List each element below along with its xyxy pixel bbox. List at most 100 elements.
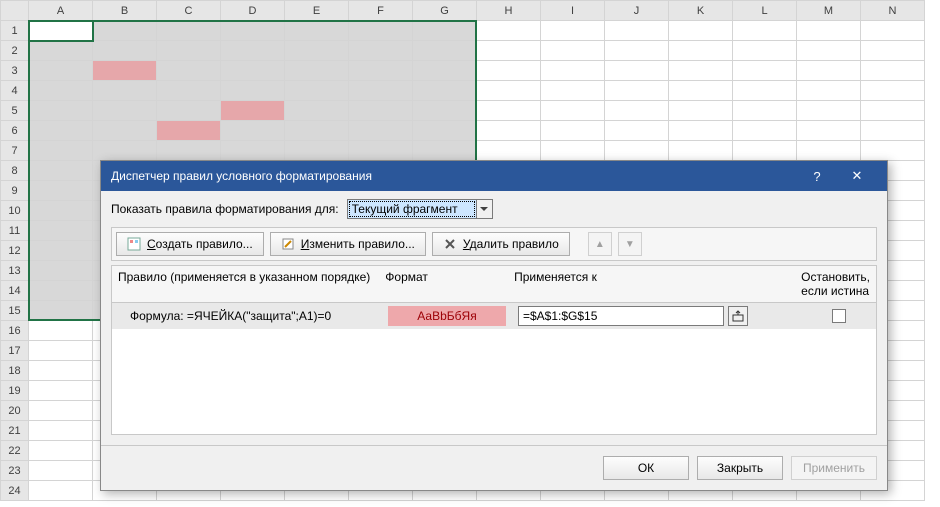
row-1[interactable]: 1 [1,21,29,41]
help-button[interactable]: ? [797,161,837,191]
cell[interactable] [349,121,413,141]
cell[interactable] [349,141,413,161]
col-A[interactable]: A [29,1,93,21]
edit-rule-button[interactable]: Изменить правило... [270,232,426,256]
close-footer-button[interactable]: Закрыть [697,456,783,480]
delete-rule-button[interactable]: Удалить правило [432,232,570,256]
titlebar[interactable]: Диспетчер правил условного форматировани… [101,161,887,191]
cell[interactable] [861,141,925,161]
new-rule-button[interactable]: Создать правило... [116,232,264,256]
row-15[interactable]: 15 [1,301,29,321]
cell[interactable] [733,41,797,61]
cell[interactable] [349,41,413,61]
col-M[interactable]: M [797,1,861,21]
cell[interactable] [413,21,477,41]
cell[interactable] [29,21,93,41]
scope-dropdown-button[interactable] [476,200,492,218]
col-F[interactable]: F [349,1,413,21]
col-K[interactable]: K [669,1,733,21]
cell[interactable] [861,121,925,141]
cell[interactable] [157,41,221,61]
row-24[interactable]: 24 [1,481,29,501]
cell[interactable] [605,61,669,81]
cell[interactable] [93,41,157,61]
cell[interactable] [285,141,349,161]
cell[interactable] [797,101,861,121]
cell[interactable] [29,461,93,481]
cell[interactable] [221,101,285,121]
cell[interactable] [861,81,925,101]
col-L[interactable]: L [733,1,797,21]
cell[interactable] [541,61,605,81]
cell[interactable] [29,121,93,141]
cell[interactable] [221,21,285,41]
cell[interactable] [477,41,541,61]
cell[interactable] [29,141,93,161]
ok-button[interactable]: ОК [603,456,689,480]
stop-if-true-checkbox[interactable] [832,309,846,323]
cell[interactable] [221,41,285,61]
row-12[interactable]: 12 [1,241,29,261]
cell[interactable] [29,101,93,121]
cell[interactable] [93,101,157,121]
cell[interactable] [29,421,93,441]
cell[interactable] [669,141,733,161]
cell[interactable] [733,61,797,81]
row-17[interactable]: 17 [1,341,29,361]
cell[interactable] [861,41,925,61]
cell[interactable] [29,181,93,201]
cell[interactable] [93,61,157,81]
cell[interactable] [29,321,93,341]
cell[interactable] [669,21,733,41]
cell[interactable] [605,41,669,61]
applies-to-input[interactable] [518,306,724,326]
cell[interactable] [797,61,861,81]
col-G[interactable]: G [413,1,477,21]
row-18[interactable]: 18 [1,361,29,381]
cell[interactable] [349,61,413,81]
cell[interactable] [413,41,477,61]
cell[interactable] [157,141,221,161]
cell[interactable] [669,41,733,61]
cell[interactable] [29,61,93,81]
cell[interactable] [541,81,605,101]
cell[interactable] [477,61,541,81]
row-10[interactable]: 10 [1,201,29,221]
cell[interactable] [541,101,605,121]
cell[interactable] [861,61,925,81]
cell[interactable] [669,121,733,141]
cell[interactable] [29,481,93,501]
cell[interactable] [29,161,93,181]
col-B[interactable]: B [93,1,157,21]
cell[interactable] [285,101,349,121]
scope-value[interactable] [348,200,476,218]
cell[interactable] [413,101,477,121]
cell[interactable] [733,121,797,141]
cell[interactable] [541,121,605,141]
cell[interactable] [285,41,349,61]
col-D[interactable]: D [221,1,285,21]
cell[interactable] [605,121,669,141]
cell[interactable] [477,121,541,141]
cell[interactable] [29,361,93,381]
col-E[interactable]: E [285,1,349,21]
cell[interactable] [157,61,221,81]
row-4[interactable]: 4 [1,81,29,101]
row-20[interactable]: 20 [1,401,29,421]
cell[interactable] [221,61,285,81]
row-6[interactable]: 6 [1,121,29,141]
cell[interactable] [669,81,733,101]
cell[interactable] [29,221,93,241]
cell[interactable] [29,401,93,421]
cell[interactable] [157,101,221,121]
cell[interactable] [285,121,349,141]
cell[interactable] [221,141,285,161]
cell[interactable] [669,101,733,121]
col-N[interactable]: N [861,1,925,21]
cell[interactable] [285,81,349,101]
row-7[interactable]: 7 [1,141,29,161]
cell[interactable] [29,341,93,361]
cell[interactable] [29,301,93,321]
row-9[interactable]: 9 [1,181,29,201]
cell[interactable] [733,81,797,101]
